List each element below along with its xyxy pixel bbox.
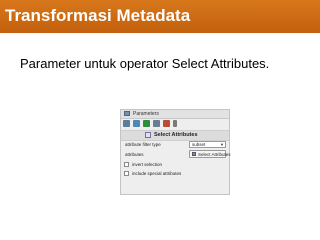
operator-name: Select Attributes (154, 132, 198, 138)
filter-type-select[interactable]: subset ▼ (189, 141, 226, 148)
select-attributes-button-label: Select Attributes (198, 152, 231, 157)
filter-type-value: subset (192, 142, 206, 147)
panel-toolbar (123, 120, 177, 128)
settings-icon[interactable] (123, 120, 130, 127)
slide-subtitle: Parameter untuk operator Select Attribut… (20, 56, 270, 71)
invert-selection-label: invert selection (132, 162, 163, 167)
expand-icon[interactable] (133, 120, 140, 127)
parameters-panel: Parameters Select Attributes attribute f… (120, 109, 231, 195)
attributes-label: attributes (125, 152, 144, 157)
run-icon[interactable] (143, 120, 150, 127)
chevron-down-icon: ▼ (220, 142, 224, 147)
include-special-checkbox[interactable] (124, 171, 129, 176)
operator-icon (145, 132, 151, 138)
select-attributes-button[interactable]: Select Attributes (189, 150, 231, 158)
tree-icon[interactable] (153, 120, 160, 127)
include-special-label: include special attributes (132, 171, 182, 176)
invert-selection-checkbox[interactable] (124, 162, 129, 167)
panel-header: Parameters (121, 110, 229, 119)
slide-title-bar: Transformasi Metadata (0, 0, 320, 33)
panel-header-label: Parameters (133, 111, 159, 117)
menu-icon[interactable] (173, 120, 177, 127)
filter-type-label: attribute filter type (125, 142, 161, 147)
parameters-icon (124, 111, 130, 116)
list-icon (192, 152, 196, 156)
slide-title: Transformasi Metadata (5, 6, 191, 25)
error-icon[interactable] (163, 120, 170, 127)
operator-header: Select Attributes (121, 130, 229, 141)
